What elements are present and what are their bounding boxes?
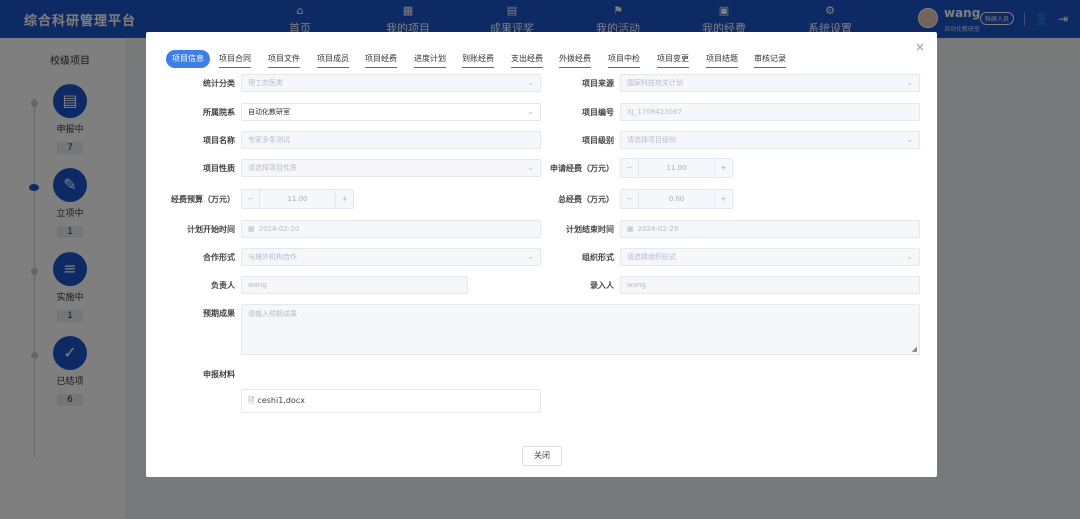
coop-select[interactable]: 与境外机构合作 ⌄ [241,248,541,266]
start-date-picker[interactable]: ▦ 2024-02-20 [241,220,541,238]
budget-stepper[interactable]: −11.00 + [241,189,354,209]
tab-audit-log[interactable]: 审核记录 [754,50,786,68]
org-label: 组织形式 [582,253,614,262]
attachment-file[interactable]: 🗎 ceshi1.docx [241,389,541,413]
stat-category-label: 统计分类 [203,79,235,88]
minus-icon: − [621,159,639,177]
tab-midterm[interactable]: 项目中检 [608,50,640,68]
tab-files[interactable]: 项目文件 [268,50,300,68]
calendar-icon: ▦ [248,225,255,233]
tab-project-info[interactable]: 项目信息 [166,50,210,68]
department-select[interactable]: 自动化教研室 ⌄ [241,103,541,121]
expected-textarea[interactable]: 请输入预期成果 ◢ [241,304,920,355]
nature-label: 项目性质 [203,164,235,173]
leader-label: 负责人 [211,281,235,290]
entry-label: 录入人 [590,281,614,290]
tab-funds[interactable]: 项目经费 [365,50,397,68]
tab-expenses[interactable]: 支出经费 [511,50,543,68]
source-label: 项目来源 [582,79,614,88]
level-select[interactable]: 请选择项目级别 ⌄ [620,131,920,149]
end-date-picker[interactable]: ▦ 2024-02-29 [620,220,920,238]
code-input[interactable]: XJ_1708423067 [620,103,920,121]
tab-conclusion[interactable]: 项目结题 [706,50,738,68]
close-button[interactable]: 关闭 [522,446,562,466]
chevron-down-icon: ⌄ [906,252,913,261]
budget-label: 经费预算（万元） [171,195,235,204]
nature-select[interactable]: 请选择项目性质 ⌄ [241,159,541,177]
minus-icon: − [621,190,639,208]
org-select[interactable]: 请选择组织形式 ⌄ [620,248,920,266]
minus-icon: − [242,190,260,208]
total-funds-label: 总经费（万元） [558,195,614,204]
resize-handle-icon: ◢ [911,345,917,353]
tab-members[interactable]: 项目成员 [317,50,349,68]
source-select[interactable]: 国家科技攻关计划 ⌄ [620,74,920,92]
total-funds-stepper[interactable]: −0.00 + [620,189,733,209]
department-label: 所属院系 [203,108,235,117]
file-icon: 🗎 [248,396,255,405]
close-icon[interactable]: × [915,40,925,54]
coop-label: 合作形式 [203,253,235,262]
tab-changes[interactable]: 项目变更 [657,50,689,68]
chevron-down-icon: ⌄ [906,135,913,144]
name-label: 项目名称 [203,136,235,145]
leader-input[interactable]: wang [241,276,468,294]
tab-received-funds[interactable]: 到账经费 [462,50,494,68]
tab-contract[interactable]: 项目合同 [219,50,251,68]
plus-icon: + [714,190,732,208]
tab-schedule[interactable]: 进度计划 [414,50,446,68]
apply-funds-label: 申请经费（万元） [550,164,614,173]
apply-funds-stepper[interactable]: −11.00 + [620,158,733,178]
plus-icon: + [335,190,353,208]
end-date-label: 计划结束时间 [566,225,614,234]
start-date-label: 计划开始时间 [187,225,235,234]
chevron-down-icon: ⌄ [906,78,913,87]
expected-label: 预期成果 [203,309,235,318]
entry-input[interactable]: wang [620,276,920,294]
stat-category-select[interactable]: 理工农医类 ⌄ [241,74,541,92]
plus-icon: + [714,159,732,177]
project-detail-dialog: × 项目信息 项目合同 项目文件 项目成员 项目经费 进度计划 到账经费 支出经… [146,32,937,477]
name-input[interactable]: 专家多条测试 [241,131,541,149]
calendar-icon: ▦ [627,225,634,233]
tab-external-funds[interactable]: 外拨经费 [559,50,591,68]
code-label: 项目编号 [582,108,614,117]
materials-label: 申报材料 [203,370,235,379]
level-label: 项目级别 [582,136,614,145]
